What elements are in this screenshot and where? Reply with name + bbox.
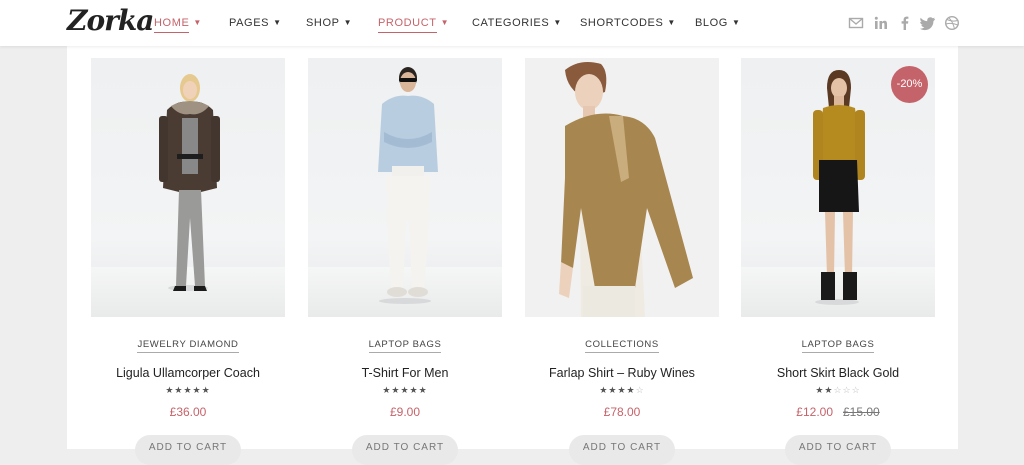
product-image[interactable]	[91, 58, 285, 317]
product-image[interactable]	[308, 58, 502, 317]
nav-item-pages[interactable]: PAGES ▼	[229, 17, 282, 29]
chevron-down-icon: ▼	[667, 18, 676, 27]
product-title[interactable]: T-Shirt For Men	[308, 366, 502, 380]
product-category[interactable]: JEWELRY DIAMOND	[91, 339, 285, 353]
product-price-block: £9.00	[308, 405, 502, 419]
nav-label-product: PRODUCT	[378, 17, 437, 33]
add-to-cart-button[interactable]: ADD TO CART	[785, 435, 891, 465]
nav-item-product[interactable]: PRODUCT ▼	[378, 17, 450, 33]
add-to-cart-button[interactable]: ADD TO CART	[352, 435, 458, 465]
nav-item-home[interactable]: HOME ▼	[154, 17, 202, 33]
product-title[interactable]: Short Skirt Black Gold	[741, 366, 935, 380]
add-to-cart-button[interactable]: ADD TO CART	[569, 435, 675, 465]
chevron-down-icon: ▼	[440, 18, 450, 27]
product-category[interactable]: LAPTOP BAGS	[741, 339, 935, 353]
nav-label-categories: CATEGORIES	[472, 17, 550, 29]
star-rating: ★★☆☆☆	[815, 385, 861, 395]
chevron-down-icon: ▼	[273, 18, 282, 27]
product-price: £78.00	[603, 405, 641, 419]
nav-label-home: HOME	[154, 17, 190, 33]
product-image[interactable]: -20%	[741, 58, 935, 317]
chevron-down-icon: ▼	[343, 18, 353, 27]
nav-item-shop[interactable]: SHOP ▼	[306, 17, 352, 29]
product-category[interactable]: COLLECTIONS	[525, 339, 719, 353]
product-old-price: £15.00	[843, 405, 880, 419]
envelope-icon[interactable]	[848, 15, 864, 31]
star-rating: ★★★★★	[165, 385, 211, 395]
site-logo[interactable]: Zorka	[67, 4, 154, 37]
product-card: -20% LAPTOP BAGS Short Skirt Black Gold …	[741, 58, 935, 465]
site-header: Zorka HOME ▼ PAGES ▼ SHOP ▼ PRODUCT ▼ CATEGO…	[0, 0, 1024, 46]
product-card: LAPTOP BAGS T-Shirt For Men ★★★★★ £9.00 …	[308, 58, 502, 465]
add-to-cart-button[interactable]: ADD TO CART	[135, 435, 241, 465]
nav-item-shortcodes[interactable]: SHORTCODES ▼	[580, 17, 676, 29]
product-category[interactable]: LAPTOP BAGS	[308, 339, 502, 353]
linkedin-icon[interactable]	[873, 15, 889, 31]
product-title[interactable]: Ligula Ullamcorper Coach	[91, 366, 285, 380]
dribbble-icon[interactable]	[944, 15, 960, 31]
nav-item-categories[interactable]: CATEGORIES ▼	[472, 17, 562, 29]
product-grid: JEWELRY DIAMOND Ligula Ullamcorper Coach…	[67, 46, 958, 465]
product-price: £12.00	[796, 405, 833, 419]
sale-badge: -20%	[891, 66, 928, 103]
product-price-block: £12.00 £15.00	[741, 405, 935, 419]
product-image[interactable]	[525, 58, 719, 317]
product-price: £36.00	[169, 405, 207, 419]
nav-label-blog: BLOG	[695, 17, 728, 29]
nav-label-shortcodes: SHORTCODES	[580, 17, 664, 29]
product-card: JEWELRY DIAMOND Ligula Ullamcorper Coach…	[91, 58, 285, 465]
twitter-icon[interactable]	[920, 15, 936, 31]
product-price: £9.00	[389, 405, 421, 419]
facebook-icon[interactable]	[897, 15, 913, 31]
chevron-down-icon: ▼	[553, 18, 562, 27]
product-price-block: £78.00	[525, 405, 719, 419]
star-rating: ★★★★☆	[599, 385, 645, 395]
nav-label-shop: SHOP	[306, 17, 340, 29]
chevron-down-icon: ▼	[731, 18, 741, 27]
product-title[interactable]: Farlap Shirt – Ruby Wines	[525, 366, 719, 380]
nav-label-pages: PAGES	[229, 17, 270, 29]
product-price-block: £36.00	[91, 405, 285, 419]
product-card: COLLECTIONS Farlap Shirt – Ruby Wines ★★…	[525, 58, 719, 465]
star-rating: ★★★★★	[382, 385, 428, 395]
chevron-down-icon: ▼	[193, 18, 202, 27]
nav-item-blog[interactable]: BLOG ▼	[695, 17, 741, 29]
